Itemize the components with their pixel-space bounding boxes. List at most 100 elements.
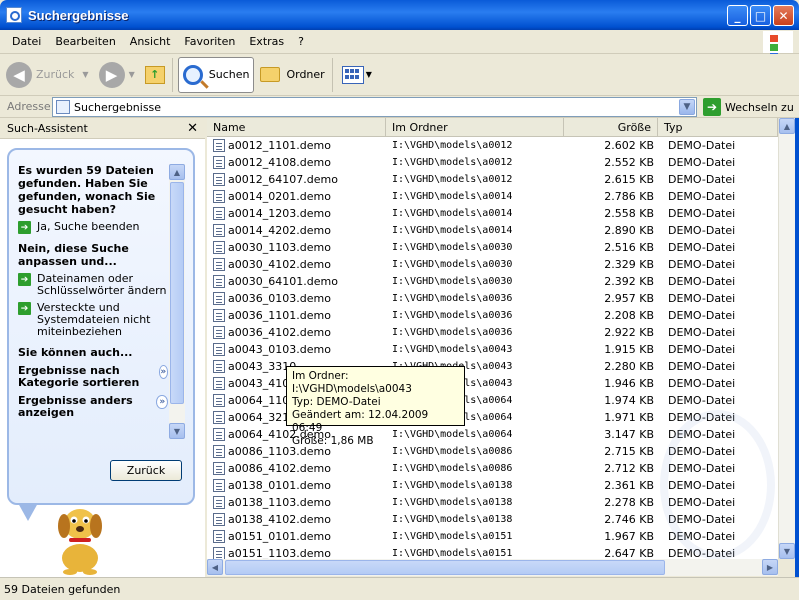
sort-results-label: Ergebnisse nach Kategorie sortieren	[18, 364, 140, 389]
assistant-bubble: Es wurden 59 Dateien gefunden. Haben Sie…	[7, 148, 195, 505]
maximize-button[interactable]: □	[750, 5, 771, 26]
status-bar: 59 Dateien gefunden	[0, 577, 799, 600]
file-icon	[213, 241, 225, 254]
address-value: Suchergebnisse	[74, 100, 162, 114]
file-name-cell: a0014_4202.demo	[207, 224, 386, 237]
exclude-hidden-label: Versteckte und Systemdateien nicht mitei…	[37, 301, 151, 338]
file-name-cell: a0151_1103.demo	[207, 547, 386, 559]
file-icon	[213, 258, 225, 271]
list-vertical-scrollbar[interactable]: ▲ ▼	[778, 118, 795, 559]
file-icon	[213, 343, 225, 356]
table-row[interactable]: a0012_4108.demo I:\VGHD\models\a0012 2.552…	[207, 154, 778, 171]
table-row[interactable]: a0014_1203.demo I:\VGHD\models\a0014 2.558…	[207, 205, 778, 222]
forward-button[interactable]: ▶ ▼	[95, 57, 139, 93]
menu-help[interactable]: ?	[291, 35, 311, 48]
assistant-back-button[interactable]: Zurück	[110, 460, 182, 481]
file-icon	[213, 377, 225, 390]
go-button[interactable]: ➔ Wechseln zu	[703, 98, 794, 116]
scroll-up-button[interactable]: ▲	[169, 164, 185, 180]
table-row[interactable]: a0030_4102.demo I:\VGHD\models\a0030 2.329…	[207, 256, 778, 273]
column-folder[interactable]: Im Ordner	[386, 118, 564, 136]
scroll-down-button[interactable]: ▼	[779, 543, 795, 559]
file-name-cell: a0036_0103.demo	[207, 292, 386, 305]
chevron-down-icon: »	[158, 365, 168, 379]
table-row[interactable]: a0043_0103.demo I:\VGHD\models\a0043 1.915…	[207, 341, 778, 358]
table-row[interactable]: a0036_4102.demo I:\VGHD\models\a0036 2.922…	[207, 324, 778, 341]
list-horizontal-scrollbar[interactable]: ◀ ▶	[207, 559, 778, 576]
assistant-scrollbar[interactable]: ▲ ▼	[169, 164, 185, 439]
file-size: 1.946 KB	[604, 377, 654, 390]
scroll-down-button[interactable]: ▼	[169, 423, 185, 439]
file-size: 2.392 KB	[604, 275, 654, 288]
scroll-up-button[interactable]: ▲	[779, 118, 795, 134]
file-folder: I:\VGHD\models\a0014	[392, 191, 513, 202]
file-size: 2.922 KB	[604, 326, 654, 339]
assistant-content: Es wurden 59 Dateien gefunden. Haben Sie…	[18, 156, 168, 436]
file-type: DEMO-Datei	[668, 173, 736, 186]
file-type: DEMO-Datei	[668, 207, 736, 220]
file-icon	[213, 411, 225, 424]
folders-button[interactable]: Ordner	[256, 57, 328, 93]
search-results-icon	[56, 100, 70, 114]
file-type: DEMO-Datei	[668, 258, 736, 271]
close-button[interactable]: ✕	[773, 5, 794, 26]
back-dropdown-icon: ▼	[82, 70, 89, 79]
scroll-thumb[interactable]	[170, 182, 184, 404]
file-icon	[213, 292, 225, 305]
exclude-hidden-link[interactable]: ➔ Versteckte und Systemdateien nicht mit…	[18, 302, 168, 338]
table-row[interactable]: a0012_64107.demo I:\VGHD\models\a0012 2.61…	[207, 171, 778, 188]
menu-bar: Datei Bearbeiten Ansicht Favoriten Extra…	[0, 30, 799, 54]
menu-bearbeiten[interactable]: Bearbeiten	[48, 35, 122, 48]
file-size: 1.915 KB	[604, 343, 654, 356]
tooltip-modified: Geändert am: 12.04.2009 06:49	[292, 409, 429, 434]
file-name: a0138_4102.demo	[228, 513, 331, 526]
file-folder: I:\VGHD\models\a0014	[392, 225, 513, 236]
toolbar: ◀ Zurück ▼ ▶ ▼ ↑ Suchen Ordner ▼	[0, 54, 799, 96]
horizontal-scroll-thumb[interactable]	[225, 560, 665, 575]
views-button[interactable]: ▼	[338, 57, 376, 93]
file-size: 2.647 KB	[604, 547, 654, 559]
pane-close-icon[interactable]: ✕	[187, 121, 198, 136]
menu-datei[interactable]: Datei	[5, 35, 48, 48]
table-row[interactable]: a0036_1101.demo I:\VGHD\models\a0036 2.208…	[207, 307, 778, 324]
change-names-link[interactable]: ➔ Dateinamen oder Schlüsselwörter ändern	[18, 273, 168, 297]
column-name[interactable]: Name	[207, 118, 386, 136]
table-row[interactable]: a0030_64101.demo I:\VGHD\models\a0030 2.39…	[207, 273, 778, 290]
finish-search-link[interactable]: ➔ Ja, Suche beenden	[18, 221, 168, 234]
column-type[interactable]: Typ	[658, 118, 778, 136]
address-field[interactable]: Suchergebnisse ▼	[52, 97, 697, 117]
column-size[interactable]: Größe	[564, 118, 658, 136]
green-arrow-icon: ➔	[18, 221, 31, 234]
file-folder: I:\VGHD\models\a0036	[392, 310, 513, 321]
table-row[interactable]: a0014_0201.demo I:\VGHD\models\a0014 2.786…	[207, 188, 778, 205]
minimize-button[interactable]: _	[727, 5, 748, 26]
table-row[interactable]: a0036_0103.demo I:\VGHD\models\a0036 2.957…	[207, 290, 778, 307]
file-type: DEMO-Datei	[668, 309, 736, 322]
file-size: 2.361 KB	[604, 479, 654, 492]
file-name-cell: a0012_1101.demo	[207, 139, 386, 152]
address-dropdown-button[interactable]: ▼	[679, 99, 695, 115]
file-icon	[213, 326, 225, 339]
menu-extras[interactable]: Extras	[242, 35, 291, 48]
also-heading: Sie können auch...	[18, 346, 133, 359]
sort-results-link[interactable]: Ergebnisse nach Kategorie sortieren »	[18, 365, 168, 389]
file-icon	[213, 360, 225, 373]
search-button[interactable]: Suchen	[177, 56, 255, 93]
table-row[interactable]: a0014_4202.demo I:\VGHD\models\a0014 2.890…	[207, 222, 778, 239]
back-button[interactable]: ◀ Zurück ▼	[2, 57, 93, 93]
file-icon	[213, 173, 225, 186]
up-folder-button[interactable]: ↑	[141, 57, 169, 93]
show-results-link[interactable]: Ergebnisse anders anzeigen »	[18, 395, 168, 419]
menu-favoriten[interactable]: Favoriten	[177, 35, 242, 48]
file-name: a0036_1101.demo	[228, 309, 331, 322]
file-icon	[213, 547, 225, 559]
file-type: DEMO-Datei	[668, 292, 736, 305]
file-name: a0138_1103.demo	[228, 496, 331, 509]
table-row[interactable]: a0012_1101.demo I:\VGHD\models\a0012 2.602…	[207, 137, 778, 154]
file-name-cell: a0014_0201.demo	[207, 190, 386, 203]
scroll-left-button[interactable]: ◀	[207, 559, 223, 575]
menu-ansicht[interactable]: Ansicht	[123, 35, 178, 48]
table-row[interactable]: a0030_1103.demo I:\VGHD\models\a0030 2.516…	[207, 239, 778, 256]
scroll-right-button[interactable]: ▶	[762, 559, 778, 575]
views-dropdown-icon: ▼	[365, 70, 372, 79]
